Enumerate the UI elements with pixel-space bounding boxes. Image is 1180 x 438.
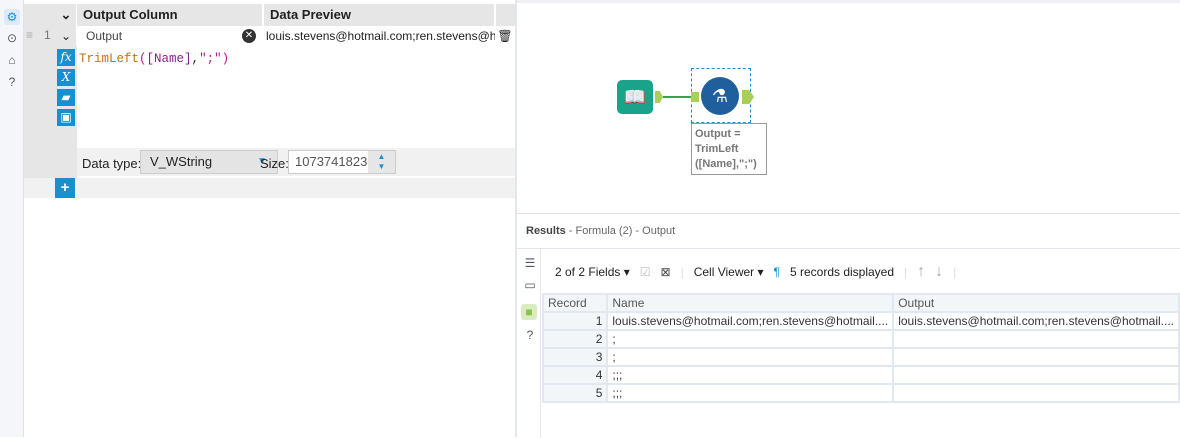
select-all-icon[interactable]: ☑	[640, 265, 651, 279]
row-chevron-icon[interactable]: ⌄	[56, 26, 76, 46]
table-row[interactable]: 4;;;	[541, 365, 1180, 385]
output-column-header: Output Column	[77, 4, 262, 26]
data-type-select[interactable]: V_WString ▼	[140, 150, 278, 174]
records-count: 5 records displayed	[789, 265, 895, 279]
output-field-input[interactable]: Output ✕	[78, 27, 261, 45]
gear-icon[interactable]: ⚙	[4, 9, 20, 25]
tag-icon[interactable]: ⌂	[4, 52, 20, 68]
deselect-icon[interactable]: ⊠	[661, 265, 671, 279]
metadata-icon[interactable]: ▭	[522, 277, 538, 293]
collapse-all-chevron-icon[interactable]: ⌄	[56, 4, 76, 26]
row-index: 1	[44, 28, 51, 42]
data-anchor-icon[interactable]: ■	[521, 304, 537, 320]
clear-icon[interactable]: ✕	[242, 29, 256, 43]
navigate-icon[interactable]: ⊙	[4, 30, 20, 46]
output-anchor[interactable]	[655, 91, 663, 103]
table-row[interactable]: 3;	[541, 347, 1180, 367]
formula-tool[interactable]: ⚗	[691, 68, 754, 123]
function-icon[interactable]: fx	[57, 49, 75, 66]
drag-handle[interactable]: 1 ≡	[24, 26, 56, 46]
data-preview-value: louis.stevens@hotmail.com;ren.stevens@hc	[262, 26, 495, 46]
results-panel: Results - Formula (2) - Output ☰ ▭ ■ ? 2…	[517, 213, 1180, 438]
connection-line	[663, 96, 691, 98]
input-anchor[interactable]	[691, 92, 699, 102]
list-icon[interactable]: ☰	[522, 255, 538, 271]
data-type-label: Data type:	[82, 156, 142, 171]
variable-icon[interactable]: X	[57, 69, 75, 86]
results-table: Record Name Output 1 louis.stevens@hotmai…	[541, 293, 1180, 403]
trash-icon[interactable]: 🗑	[495, 26, 515, 46]
left-sidebar: ⚙ ⊙ ⌂ ?	[0, 0, 24, 437]
output-field-value: Output	[86, 29, 123, 43]
table-row[interactable]: 1 louis.stevens@hotmail.com;ren.stevens@h…	[541, 311, 1180, 331]
table-row[interactable]: 2;	[541, 329, 1180, 349]
expression-editor[interactable]: TrimLeft([Name],";")	[79, 52, 229, 66]
cell-viewer-dropdown[interactable]: Cell Viewer ▾	[694, 265, 764, 279]
results-title: Results	[526, 225, 566, 237]
size-label: Size:	[260, 156, 289, 171]
table-row[interactable]: 5;;;	[541, 383, 1180, 403]
size-input[interactable]: 1073741823 ▲ ▼	[288, 150, 396, 174]
results-toolbar: 2 of 2 Fields ▾ ☑ ⊠ | Cell Viewer ▾ ¶ 5 …	[555, 263, 957, 281]
input-data-tool-icon[interactable]: 📖	[617, 80, 653, 114]
tool-annotation: Output = TrimLeft ([Name],";")	[691, 123, 767, 175]
arrow-down-icon[interactable]: ↓	[935, 263, 943, 281]
results-subtitle: - Formula (2) - Output	[568, 225, 676, 237]
workflow-canvas[interactable]: 📖 ⚗ Output = TrimLeft ([Name],";")	[517, 0, 1180, 212]
save-icon[interactable]: ▣	[57, 109, 75, 126]
formula-output-anchor[interactable]	[742, 90, 754, 104]
column-header-output[interactable]: Output	[892, 293, 1180, 313]
fields-dropdown[interactable]: 2 of 2 Fields ▾	[555, 265, 630, 279]
data-preview-header: Data Preview	[264, 4, 494, 26]
column-header-record[interactable]: Record	[541, 293, 609, 313]
pilcrow-icon[interactable]: ¶	[774, 265, 780, 279]
size-stepper[interactable]: ▲ ▼	[368, 151, 395, 173]
formula-flask-icon: ⚗	[701, 77, 739, 115]
help-icon[interactable]: ?	[4, 74, 20, 90]
column-header-name[interactable]: Name	[606, 293, 895, 313]
help-icon[interactable]: ?	[522, 327, 538, 343]
arrow-up-icon[interactable]: ↑	[917, 263, 925, 281]
formula-config-panel: ⌄ Output Column Data Preview 1 ≡ ⌄ Output…	[24, 0, 515, 437]
open-folder-icon[interactable]: ▰	[57, 89, 75, 106]
add-field-button[interactable]: +	[55, 178, 75, 198]
